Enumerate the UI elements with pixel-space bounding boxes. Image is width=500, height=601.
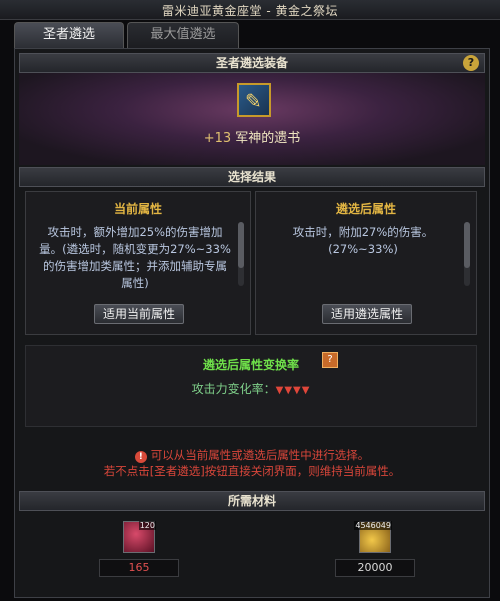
warning-text-1: 可以从当前属性或遴选后属性中进行选择。 [150, 448, 370, 462]
equipment-section-header: 圣者遴选装备 ? [19, 53, 485, 73]
warning-line-2: 若不点击[圣者遴选]按钮直接关闭界面，则维持当前属性。 [103, 464, 401, 478]
help-icon[interactable]: ? [463, 55, 479, 71]
down-arrows-icon: ▼▼▼▼ [275, 385, 311, 396]
after-attribute-desc: 攻击时，附加27%的伤害。(27%~33%) [292, 225, 434, 256]
enhance-level: +13 [203, 131, 232, 146]
tab-bar: 圣者遴选 最大值遴选 [0, 22, 500, 48]
equipment-display: ✎ +13 军神的遗书 [19, 73, 485, 165]
after-attribute-box: 遴选后属性 攻击时，附加27%的伤害。(27%~33%) 适用遴选属性 [255, 191, 477, 335]
current-attribute-box: 当前属性 攻击时，额外增加25%的伤害增加量。(遴选时，随机变更为27%~33%… [25, 191, 251, 335]
item-name: 军神的遗书 [235, 131, 301, 146]
result-section-header: 选择结果 [19, 167, 485, 187]
materials-section-title: 所需材料 [227, 494, 276, 508]
materials-section-header: 所需材料 [19, 491, 485, 511]
attack-change-label: 攻击力变化率： [191, 382, 276, 396]
attack-change-rate: 攻击力变化率：▼▼▼▼ [26, 380, 476, 397]
material-owned-count: 120 [138, 521, 156, 530]
equipment-name: +13 军神的遗书 [19, 127, 485, 146]
info-book-icon[interactable]: ? [322, 352, 338, 368]
current-attribute-desc: 攻击时，额外增加25%的伤害增加量。(遴选时，随机变更为27%~33%的伤害增加… [39, 225, 231, 290]
material-required-value: 165 [99, 559, 179, 577]
red-orb-icon[interactable]: 120 [123, 521, 156, 553]
apply-current-button[interactable]: 适用当前属性 [94, 304, 184, 324]
warning-line-1: ! 可以从当前属性或遴选后属性中进行选择。 [15, 447, 489, 463]
location-title: 雷米迪亚黄金座堂 - 黄金之祭坛 [162, 4, 338, 18]
result-section-title: 选择结果 [227, 170, 276, 184]
apply-selection-button[interactable]: 适用遴选属性 [322, 304, 412, 324]
equipment-section-title: 圣者遴选装备 [215, 56, 288, 70]
after-attribute-title: 遴选后属性 [335, 202, 396, 216]
current-attribute-title: 当前属性 [113, 202, 162, 216]
warning-icon: ! [134, 451, 147, 463]
material-required-value: 20000 [335, 559, 415, 577]
tab-max-selection[interactable]: 最大值遴选 [127, 22, 239, 48]
tab-saint-selection[interactable]: 圣者遴选 [14, 22, 124, 48]
after-attribute-scrollbar[interactable] [464, 222, 470, 286]
change-rate-title: 遴选后属性变换率 [202, 358, 299, 372]
material-owned-count: 4546049 [354, 521, 392, 530]
change-rate-box: 遴选后属性变换率 ? 攻击力变化率：▼▼▼▼ [25, 345, 477, 427]
current-attribute-scrollbar[interactable] [238, 222, 244, 286]
title-bar: 雷米迪亚黄金座堂 - 黄金之祭坛 [0, 0, 500, 20]
gold-coin-icon[interactable]: 4546049 [354, 521, 392, 553]
scroll-icon[interactable]: ✎ [237, 83, 271, 117]
main-panel: 圣者遴选装备 ? ✎ +13 军神的遗书 选择结果 当前属性 攻击时，额外增加2… [14, 48, 490, 598]
